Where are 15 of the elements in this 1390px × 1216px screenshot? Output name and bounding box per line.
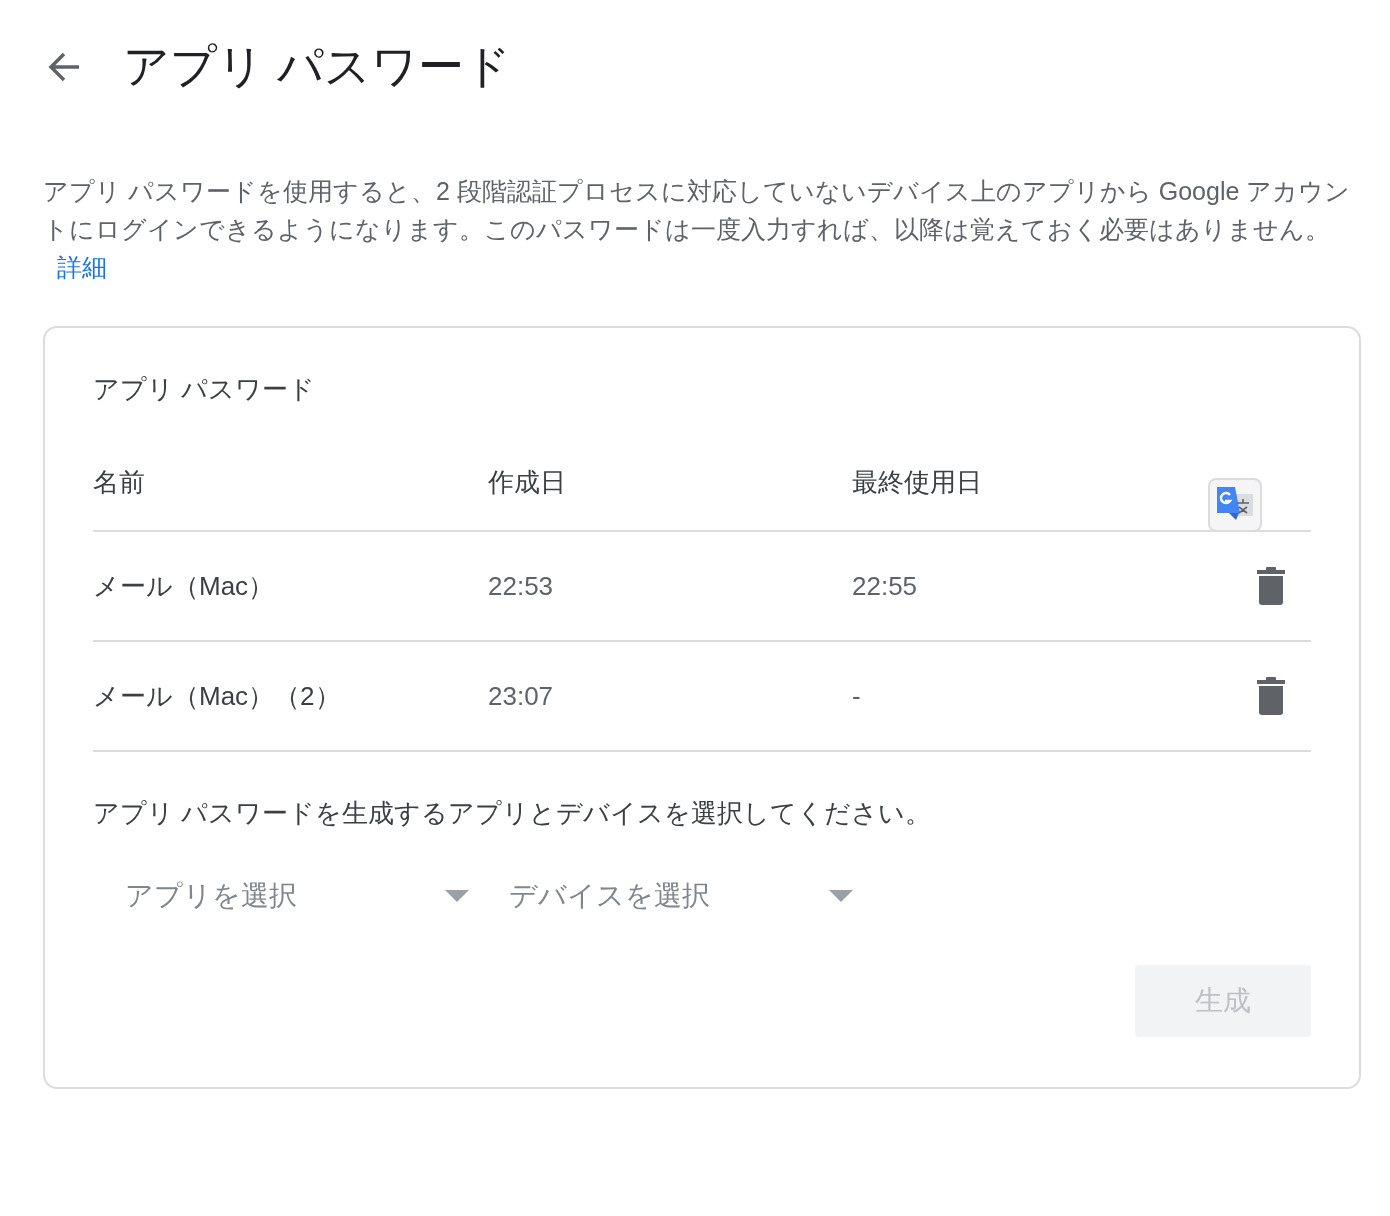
- column-header: 名前: [93, 447, 488, 532]
- dropdown-select[interactable]: アプリを選択: [125, 871, 469, 921]
- learn-more-link[interactable]: 詳細: [57, 253, 107, 281]
- card-title: アプリ パスワード: [93, 373, 317, 406]
- dropdown-select[interactable]: デバイスを選択: [509, 871, 853, 921]
- table-cell: -: [852, 642, 1231, 752]
- table-cell: 23:07: [488, 642, 852, 752]
- table-cell: メール（Mac）: [93, 532, 488, 642]
- column-header: 作成日: [488, 447, 852, 532]
- table-cell: 22:53: [488, 532, 852, 642]
- description-text: アプリ パスワードを使用すると、2 段階認証プロセスに対応していないデバイス上のアプリから Google アカウントにログインできるようになります。このパスワードは一度入力すれば、以降は覚えておく必要はありません。 詳細: [43, 176, 1352, 283]
- page-title: アプリ パスワード: [123, 39, 511, 94]
- instruction-text: アプリ パスワードを生成するアプリとデバイスを選択してください。: [93, 797, 933, 830]
- table-cell: メール（Mac）（2）: [93, 642, 488, 752]
- table-cell: 22:55: [852, 532, 1231, 642]
